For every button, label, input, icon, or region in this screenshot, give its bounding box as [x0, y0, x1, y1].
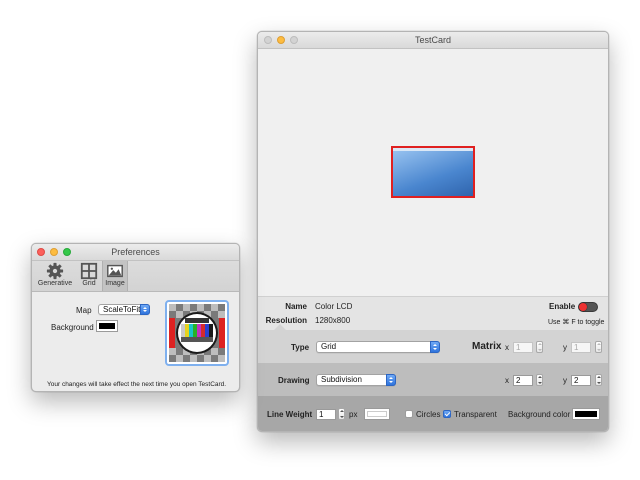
toolbar-label-image: Image [105, 280, 125, 287]
toolbar-item-image[interactable]: Image [102, 261, 128, 291]
preferences-note: Your changes will take effect the next t… [47, 381, 227, 388]
drawing-x-label: x [505, 376, 509, 385]
test-card-image [169, 304, 225, 362]
drawing-row: Drawing Subdivision x 2 y 2 [258, 363, 608, 396]
circles-label: Circles [416, 410, 441, 419]
display-preview[interactable] [391, 146, 475, 198]
info-panel: Name Color LCD Resolution 1280x800 Enabl… [258, 296, 608, 330]
preferences-toolbar: Generative Grid Image [32, 261, 239, 292]
toolbar-item-generative[interactable]: Generative [35, 261, 75, 291]
drawing-y-stepper[interactable] [595, 374, 602, 386]
matrix-y-stepper[interactable] [595, 341, 602, 353]
type-label: Type [291, 343, 310, 352]
background-label: Background [51, 323, 94, 332]
matrix-x-stepper[interactable] [536, 341, 543, 353]
close-button[interactable] [264, 36, 272, 44]
name-value: Color LCD [315, 302, 353, 311]
toolbar-item-grid[interactable]: Grid [77, 261, 101, 291]
minimize-button[interactable] [50, 248, 58, 256]
line-weight-stepper[interactable] [338, 408, 345, 420]
preview-area [258, 49, 608, 296]
preferences-titlebar: Preferences [32, 244, 239, 261]
enable-toggle[interactable] [578, 302, 598, 312]
background-color-fill [575, 411, 597, 417]
background-color-label: Background color [508, 410, 571, 419]
type-popup-value: Grid [321, 342, 337, 351]
drawing-y-field[interactable]: 2 [571, 375, 591, 386]
background-color-well[interactable] [572, 408, 600, 420]
matrix-y-label: y [563, 343, 567, 352]
chevron-updown-icon [140, 304, 150, 315]
px-label: px [349, 410, 358, 419]
toggle-knob [579, 303, 587, 311]
line-weight-row: Line Weight 1 px Circles Transparent Bac… [258, 396, 608, 431]
window-title: TestCard [414, 35, 451, 45]
toggle-hint: Use ⌘ F to toggle [548, 319, 605, 326]
map-popup-value: ScaleToFit [103, 305, 141, 314]
image-well[interactable] [165, 300, 229, 366]
drawing-x-field[interactable]: 2 [513, 375, 533, 386]
transparent-label: Transparent [454, 410, 497, 419]
zoom-button[interactable] [63, 248, 71, 256]
map-label: Map [76, 306, 92, 315]
matrix-x-label: x [505, 343, 509, 352]
close-button[interactable] [37, 248, 45, 256]
window-title: Preferences [111, 247, 160, 257]
image-icon [107, 264, 123, 278]
testcard-titlebar: TestCard [258, 32, 608, 49]
minimize-button[interactable] [277, 36, 285, 44]
background-color-well[interactable] [96, 320, 118, 332]
toolbar-label-grid: Grid [82, 280, 96, 287]
line-weight-field[interactable]: 1 [316, 409, 336, 420]
enable-label: Enable [549, 302, 576, 311]
drawing-x-stepper[interactable] [536, 374, 543, 386]
gear-icon [46, 262, 64, 280]
type-popup[interactable]: Grid [316, 341, 440, 353]
chevron-updown-icon [386, 374, 396, 386]
resolution-value: 1280x800 [315, 316, 351, 325]
background-color-fill [99, 323, 115, 329]
matrix-y-field[interactable]: 1 [571, 342, 591, 353]
type-row: Type Grid Matrix x 1 y 1 [258, 324, 608, 363]
matrix-label: Matrix [472, 341, 502, 352]
drawing-popup[interactable]: Subdivision [316, 374, 396, 386]
testcard-window: TestCard Name Color LCD Resolution 1280x… [257, 31, 609, 432]
map-popup[interactable]: ScaleToFit [98, 304, 150, 315]
matrix-x-field[interactable]: 1 [513, 342, 533, 353]
line-weight-label: Line Weight [267, 410, 313, 419]
circles-checkbox[interactable] [405, 410, 413, 418]
line-color-well[interactable] [364, 408, 390, 420]
chevron-updown-icon [430, 341, 440, 353]
pointer-notch [274, 324, 286, 330]
preferences-window: Preferences Generative Grid Image Map Sc… [31, 243, 240, 392]
line-color-fill [367, 411, 387, 417]
display-menubar [393, 148, 473, 151]
toolbar-label-generative: Generative [37, 280, 73, 287]
drawing-label: Drawing [278, 376, 310, 385]
transparent-checkbox[interactable] [443, 410, 451, 418]
drawing-y-label: y [563, 376, 567, 385]
name-label: Name [285, 302, 307, 311]
grid-icon [80, 262, 98, 280]
resolution-label: Resolution [265, 316, 307, 325]
zoom-button[interactable] [290, 36, 298, 44]
drawing-popup-value: Subdivision [321, 375, 362, 384]
